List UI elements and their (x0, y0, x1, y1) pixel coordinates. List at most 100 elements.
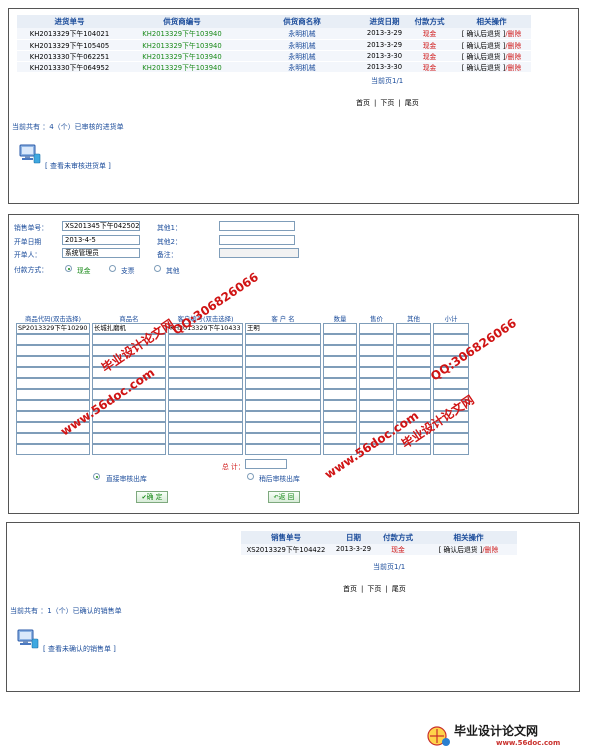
quantity-cell[interactable] (323, 400, 357, 411)
subtotal-cell[interactable] (433, 323, 469, 334)
quantity-cell[interactable] (323, 433, 357, 444)
product-name-cell[interactable] (92, 444, 166, 455)
client-name-cell[interactable] (245, 444, 321, 455)
delete-link[interactable]: /删除 (505, 30, 521, 38)
subtotal-cell[interactable] (433, 444, 469, 455)
client-name-cell[interactable] (245, 378, 321, 389)
client-no-cell[interactable] (168, 356, 243, 367)
other-cell[interactable] (396, 334, 431, 345)
product-code-cell[interactable] (16, 433, 90, 444)
quantity-cell[interactable] (323, 367, 357, 378)
price-cell[interactable] (359, 400, 394, 411)
back-button[interactable]: ↶返 回 (268, 491, 300, 503)
quantity-cell[interactable] (323, 411, 357, 422)
remark-input[interactable] (219, 248, 299, 258)
price-cell[interactable] (359, 334, 394, 345)
price-cell[interactable] (359, 378, 394, 389)
other-cell[interactable] (396, 389, 431, 400)
price-cell[interactable] (359, 323, 394, 334)
client-name-cell[interactable] (245, 411, 321, 422)
client-no-cell[interactable] (168, 433, 243, 444)
other-cell[interactable] (396, 378, 431, 389)
confirm-return-link[interactable]: [ 确认后退货 ] (462, 64, 506, 72)
quantity-cell[interactable] (323, 323, 357, 334)
date-input[interactable]: 2013-4-5 (62, 235, 140, 245)
confirm-return-link[interactable]: [ 确认后退货 ] (462, 53, 506, 61)
client-name-cell[interactable] (245, 356, 321, 367)
confirm-return-link[interactable]: [ 确认后退货 ] (439, 546, 483, 554)
price-cell[interactable] (359, 411, 394, 422)
quantity-cell[interactable] (323, 356, 357, 367)
product-name-cell[interactable] (92, 433, 166, 444)
product-code-cell[interactable] (16, 378, 90, 389)
product-code-cell[interactable] (16, 345, 90, 356)
payment-other-radio[interactable] (154, 265, 161, 272)
delete-link[interactable]: /删除 (505, 64, 521, 72)
client-name-cell[interactable] (245, 389, 321, 400)
view-unaudited-purchase-link[interactable]: [ 查看未审核进货单 ] (45, 161, 111, 171)
product-code-cell[interactable]: SP2013329下午10290 (16, 323, 90, 334)
view-unconfirmed-sales-link[interactable]: [ 查看未确认的销售单 ] (43, 644, 116, 654)
product-code-cell[interactable] (16, 389, 90, 400)
price-cell[interactable] (359, 356, 394, 367)
client-no-cell[interactable] (168, 367, 243, 378)
later-audit-radio[interactable] (247, 473, 254, 480)
other1-input[interactable] (219, 221, 295, 231)
other2-input[interactable] (219, 235, 295, 245)
confirm-return-link[interactable]: [ 确认后退货 ] (462, 30, 506, 38)
product-code-cell[interactable] (16, 356, 90, 367)
price-cell[interactable] (359, 367, 394, 378)
delete-link[interactable]: /删除 (482, 546, 498, 554)
other-cell[interactable] (396, 367, 431, 378)
client-no-cell[interactable] (168, 411, 243, 422)
other-cell[interactable] (396, 356, 431, 367)
quantity-cell[interactable] (323, 345, 357, 356)
product-code-cell[interactable] (16, 367, 90, 378)
quantity-cell[interactable] (323, 389, 357, 400)
other-cell[interactable] (396, 345, 431, 356)
product-code-cell[interactable] (16, 444, 90, 455)
creator-input[interactable]: 系统管理员 (62, 248, 140, 258)
delete-link[interactable]: /删除 (505, 42, 521, 50)
order-no-input[interactable]: XS201345下午042502 (62, 221, 140, 231)
client-no-cell[interactable] (168, 378, 243, 389)
confirm-return-link[interactable]: [ 确认后退货 ] (462, 42, 506, 50)
quantity-cell[interactable] (323, 422, 357, 433)
product-code-cell[interactable] (16, 400, 90, 411)
first-page-link[interactable]: 首页 (354, 99, 372, 107)
direct-audit-radio[interactable] (93, 473, 100, 480)
client-name-cell[interactable] (245, 433, 321, 444)
client-no-cell[interactable] (168, 389, 243, 400)
product-name-cell[interactable] (92, 422, 166, 433)
first-page-link[interactable]: 首页 (341, 585, 359, 593)
client-name-cell[interactable]: 王明 (245, 323, 321, 334)
last-page-link[interactable]: 尾页 (390, 585, 408, 593)
client-no-cell[interactable] (168, 345, 243, 356)
client-no-cell[interactable] (168, 400, 243, 411)
last-page-link[interactable]: 尾页 (403, 99, 421, 107)
subtotal-cell[interactable] (433, 334, 469, 345)
quantity-cell[interactable] (323, 378, 357, 389)
supplier-name: 永明机械 (242, 61, 362, 73)
client-name-cell[interactable] (245, 400, 321, 411)
product-code-cell[interactable] (16, 334, 90, 345)
confirm-button[interactable]: ✔确 定 (136, 491, 168, 503)
price-cell[interactable] (359, 345, 394, 356)
delete-link[interactable]: /删除 (505, 53, 521, 61)
client-no-cell[interactable] (168, 422, 243, 433)
total-input[interactable] (245, 459, 287, 469)
quantity-cell[interactable] (323, 334, 357, 345)
next-page-link[interactable]: 下页 (378, 99, 396, 107)
client-name-cell[interactable] (245, 334, 321, 345)
client-name-cell[interactable] (245, 367, 321, 378)
client-name-cell[interactable] (245, 345, 321, 356)
client-no-cell[interactable] (168, 444, 243, 455)
subtotal-cell[interactable] (433, 433, 469, 444)
next-page-link[interactable]: 下页 (365, 585, 383, 593)
client-name-cell[interactable] (245, 422, 321, 433)
payment-check-radio[interactable] (109, 265, 116, 272)
other-cell[interactable] (396, 323, 431, 334)
grid-header: 商品代码(双击选择) (24, 315, 82, 323)
price-cell[interactable] (359, 389, 394, 400)
payment-cash-radio[interactable] (65, 265, 72, 272)
